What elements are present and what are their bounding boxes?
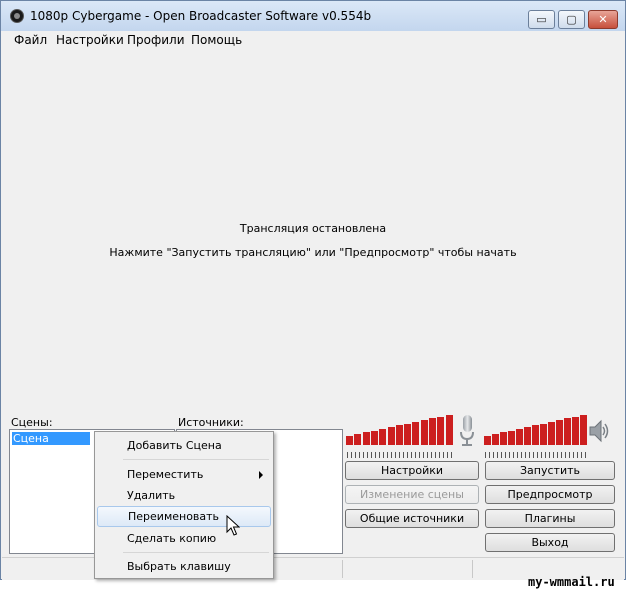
- volume-bar: [437, 417, 444, 445]
- settings-button[interactable]: Настройки: [345, 461, 479, 480]
- obs-logo-icon: [10, 9, 24, 23]
- volume-bar: [556, 420, 563, 445]
- scene-change-button[interactable]: Изменение сцены: [345, 485, 479, 504]
- menu-help[interactable]: Помощь: [191, 33, 242, 47]
- close-button[interactable]: ✕: [588, 10, 618, 29]
- volume-bar: [412, 422, 419, 445]
- volume-bar: [346, 436, 353, 445]
- preview-area: Трансляция остановлена Нажмите "Запустит…: [2, 50, 624, 412]
- stream-hint: Нажмите "Запустить трансляцию" или "Пред…: [109, 246, 517, 259]
- menu-bar: Файл Настройки Профили Помощь: [2, 31, 624, 50]
- scene-item[interactable]: Сцена: [12, 432, 90, 445]
- watermark: my-wmmail.ru: [528, 575, 615, 589]
- menu-item-duplicate[interactable]: Сделать копию: [97, 528, 271, 549]
- mic-volume-slider[interactable]: [347, 452, 453, 458]
- title-bar[interactable]: 1080p Cybergame - Open Broadcaster Softw…: [1, 1, 625, 31]
- plugins-button[interactable]: Плагины: [485, 509, 615, 528]
- volume-bar: [564, 418, 571, 445]
- mic-volume-meter: [346, 415, 454, 445]
- preview-button[interactable]: Предпросмотр: [485, 485, 615, 504]
- minimize-button[interactable]: ▭: [528, 10, 555, 29]
- volume-bar: [532, 425, 539, 445]
- volume-bar: [429, 418, 436, 445]
- volume-bar: [363, 432, 370, 445]
- menu-profiles[interactable]: Профили: [127, 33, 185, 47]
- volume-bar: [379, 429, 386, 445]
- context-menu: Добавить Сцена Переместить Удалить Переи…: [94, 431, 274, 579]
- volume-bar: [371, 431, 378, 445]
- menu-item-delete[interactable]: Удалить: [97, 485, 271, 506]
- menu-file[interactable]: Файл: [14, 33, 47, 47]
- window-title: 1080p Cybergame - Open Broadcaster Softw…: [30, 9, 372, 23]
- desktop-volume-meter: [484, 415, 588, 445]
- menu-item-move[interactable]: Переместить: [97, 464, 271, 485]
- volume-bar: [492, 434, 499, 445]
- menu-settings[interactable]: Настройки: [56, 33, 124, 47]
- sources-label: Источники:: [178, 416, 244, 429]
- volume-bar: [396, 425, 403, 445]
- menu-item-rename[interactable]: Переименовать: [97, 506, 271, 527]
- menu-item-add-scene[interactable]: Добавить Сцена: [97, 435, 271, 456]
- volume-bar: [484, 436, 491, 445]
- volume-bar: [404, 424, 411, 445]
- volume-bar: [388, 427, 395, 445]
- desktop-volume-slider[interactable]: [485, 452, 588, 458]
- volume-bar: [572, 417, 579, 445]
- volume-bar: [508, 431, 515, 445]
- start-stream-button[interactable]: Запустить трансляцию: [485, 461, 615, 494]
- submenu-arrow-icon: [259, 471, 263, 479]
- speaker-icon[interactable]: [589, 417, 611, 445]
- volume-bar: [548, 422, 555, 445]
- volume-bar: [446, 415, 453, 445]
- exit-button[interactable]: Выход: [485, 533, 615, 552]
- volume-bar: [500, 432, 507, 445]
- maximize-button[interactable]: ▢: [558, 10, 585, 29]
- stream-status: Трансляция остановлена: [239, 222, 387, 235]
- volume-bar: [580, 415, 587, 445]
- volume-bar: [540, 424, 547, 445]
- microphone-icon[interactable]: [456, 415, 478, 447]
- volume-bar: [421, 420, 428, 445]
- volume-bar: [354, 434, 361, 445]
- scenes-label: Сцены:: [11, 416, 53, 429]
- menu-item-move-label: Переместить: [127, 468, 204, 481]
- volume-bar: [524, 427, 531, 445]
- volume-bar: [516, 429, 523, 445]
- mouse-cursor-icon: [226, 515, 240, 536]
- menu-item-set-hotkey[interactable]: Выбрать клавишу: [97, 556, 271, 577]
- global-sources-button[interactable]: Общие источники: [345, 509, 479, 528]
